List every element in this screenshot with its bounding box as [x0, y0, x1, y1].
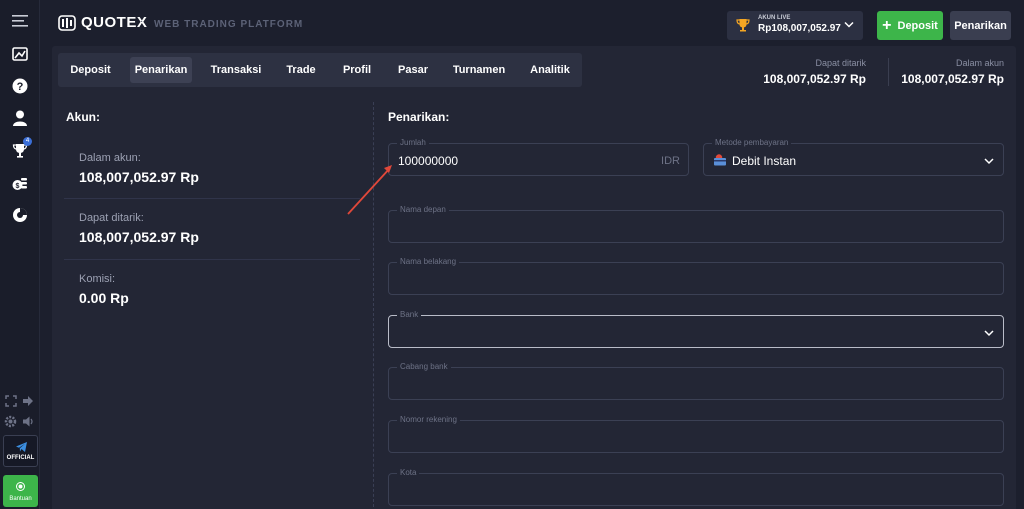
chevron-down-icon [844, 21, 854, 28]
divider [64, 259, 360, 260]
account-number-label: Nomor rekening [397, 415, 460, 424]
currency-suffix: IDR [661, 155, 680, 167]
summary-divider [888, 58, 889, 86]
trophy-badge: 4 [23, 137, 32, 146]
brand-name: QUOTEX [81, 14, 148, 31]
bank-branch-field[interactable]: Cabang bank [388, 362, 1004, 400]
account-balance: Rp108,007,052.97 [758, 23, 841, 34]
commission-label: Komisi: [79, 273, 116, 285]
deposit-label: Deposit [897, 19, 938, 32]
forward-icon[interactable] [22, 394, 36, 408]
bank-label: Bank [397, 310, 422, 319]
commission-info: Komisi: 0.00 Rp [79, 273, 129, 306]
bank-branch-label: Cabang bank [397, 362, 451, 371]
withdrawable-label: Dapat ditarik: [79, 212, 144, 224]
platform-label: WEB TRADING PLATFORM [154, 19, 304, 30]
tab-penarikan[interactable]: Penarikan [130, 57, 192, 83]
amount-label: Jumlah [397, 138, 429, 147]
summary-in-account-value: 108,007,052.97 Rp [901, 72, 1004, 86]
tab-deposit[interactable]: Deposit [64, 57, 117, 83]
chevron-down-icon [984, 158, 994, 165]
tab-transaksi[interactable]: Transaksi [206, 57, 266, 83]
fullscreen-icon[interactable] [5, 394, 19, 408]
header-separator: · [140, 16, 144, 27]
debit-card-icon [714, 154, 726, 166]
analytics-icon[interactable] [11, 206, 29, 224]
withdrawable-value: 108,007,052.97 Rp [79, 229, 199, 245]
commission-value: 0.00 Rp [79, 290, 129, 306]
in-account-info: Dalam akun: 108,007,052.97 Rp [79, 152, 199, 185]
coins-icon[interactable]: $ [11, 174, 29, 192]
summary-withdrawable-value: 108,007,052.97 Rp [763, 72, 866, 86]
telegram-icon [16, 442, 27, 452]
bank-select[interactable]: Bank [388, 310, 1004, 348]
in-account-value: 108,007,052.97 Rp [79, 169, 199, 185]
account-number-field[interactable]: Nomor rekening [388, 415, 1004, 453]
help-chat-button[interactable]: Bantuan [3, 475, 38, 507]
header-withdraw-button[interactable]: Penarikan [950, 11, 1011, 40]
account-type-label: AKUN LIVE [758, 15, 791, 21]
quotex-logo-icon [58, 14, 76, 31]
amount-field[interactable]: Jumlah 100000000 IDR [388, 138, 689, 176]
payment-method-select[interactable]: Metode pembayaran Debit Instan [703, 138, 1004, 176]
annotation-arrow-icon [347, 165, 392, 215]
summary-withdrawable: Dapat ditarik 108,007,052.97 Rp [763, 58, 866, 86]
chart-icon[interactable] [11, 45, 29, 63]
amount-value: 100000000 [398, 154, 459, 168]
last-name-field[interactable]: Nama belakang [388, 257, 1004, 295]
summary-withdrawable-label: Dapat ditarik [815, 58, 866, 68]
in-account-label: Dalam akun: [79, 152, 141, 164]
payment-method-value: Debit Instan [732, 154, 797, 168]
plus-icon: + [882, 16, 892, 34]
tab-trade[interactable]: Trade [280, 57, 322, 83]
tab-turnamen[interactable]: Turnamen [448, 57, 510, 83]
summary-in-account-label: Dalam akun [955, 58, 1004, 68]
account-switcher[interactable]: AKUN LIVE Rp108,007,052.97 [727, 11, 863, 40]
svg-text:?: ? [17, 81, 24, 93]
help-label: Bantuan [9, 496, 32, 502]
withdraw-section-title: Penarikan: [388, 110, 450, 124]
official-label: OFFICIAL [6, 455, 35, 461]
user-icon[interactable] [11, 109, 29, 127]
svg-text:$: $ [16, 183, 20, 190]
chat-dot-icon [16, 482, 25, 491]
help-icon[interactable]: ? [11, 77, 29, 95]
tab-profil[interactable]: Profil [336, 57, 378, 83]
official-telegram-button[interactable]: OFFICIAL [3, 435, 38, 467]
last-name-label: Nama belakang [397, 257, 460, 266]
chevron-down-icon [984, 330, 994, 337]
city-field[interactable]: Kota [388, 468, 1004, 506]
header-deposit-button[interactable]: + Deposit [877, 11, 943, 40]
first-name-label: Nama depan [397, 205, 449, 214]
withdrawable-info: Dapat ditarik: 108,007,052.97 Rp [79, 212, 199, 245]
menu-icon[interactable] [11, 12, 29, 30]
divider [64, 198, 360, 199]
city-label: Kota [397, 468, 420, 477]
account-section-title: Akun: [66, 110, 100, 124]
live-account-trophy-icon [736, 19, 750, 32]
first-name-field[interactable]: Nama depan [388, 205, 1004, 243]
brand-logo[interactable]: QUOTEX [58, 14, 147, 31]
sidebar: ? 4 $ OFFICIAL Bantuan [0, 0, 40, 509]
tab-bar: Deposit Penarikan Transaksi Trade Profil… [58, 53, 582, 87]
payment-method-label: Metode pembayaran [712, 138, 792, 147]
tab-pasar[interactable]: Pasar [392, 57, 434, 83]
sound-icon[interactable] [22, 415, 36, 429]
tab-analitik[interactable]: Analitik [524, 57, 576, 83]
summary-in-account: Dalam akun 108,007,052.97 Rp [901, 58, 1004, 86]
settings-icon[interactable] [4, 415, 18, 429]
